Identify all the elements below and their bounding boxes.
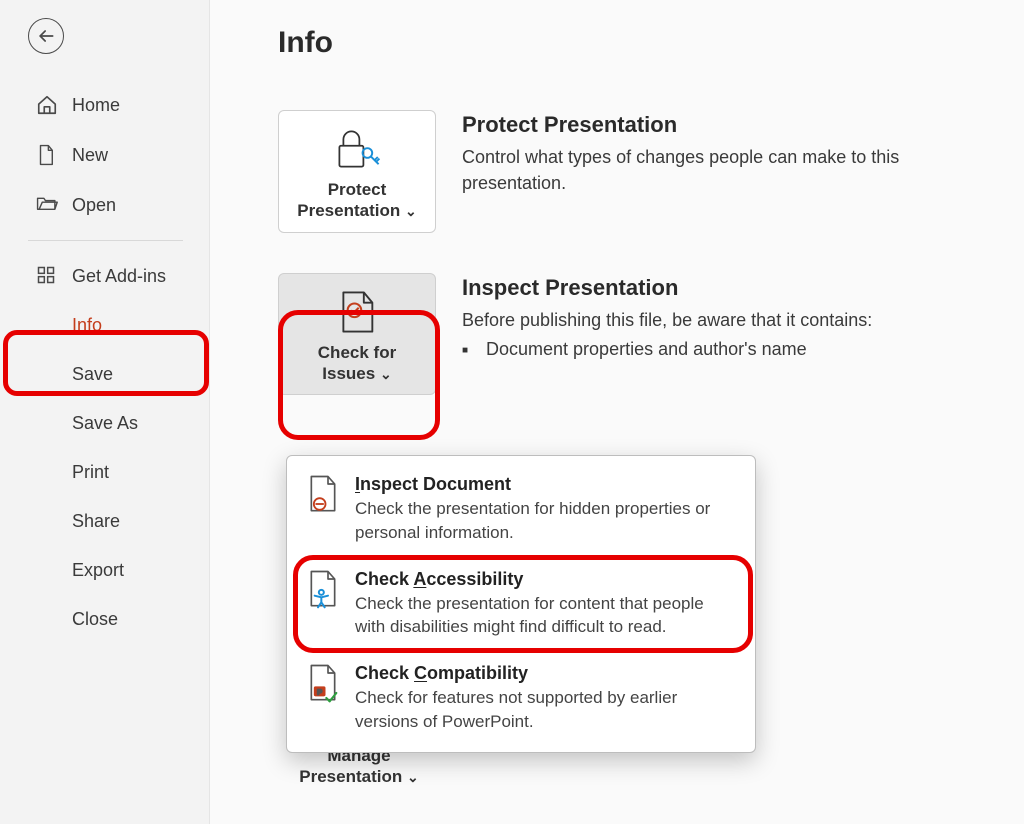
menu-inspect-document[interactable]: Inspect Document Check the presentation … [287, 462, 755, 557]
menu-item-title: Inspect Document [355, 474, 735, 495]
sidebar-item-print[interactable]: Print [0, 448, 209, 497]
sidebar-item-home[interactable]: Home [0, 80, 209, 130]
inspect-bullet: Document properties and author's name [486, 339, 1004, 360]
button-label-line2: Issues [322, 364, 375, 383]
protect-presentation-button[interactable]: Protect Presentation ⌄ [278, 110, 436, 233]
button-label-line2: Presentation [297, 201, 400, 220]
menu-check-accessibility[interactable]: Check Accessibility Check the presentati… [287, 557, 755, 652]
sidebar-item-save-as[interactable]: Save As [0, 399, 209, 448]
sidebar-item-label: Get Add-ins [72, 266, 166, 287]
sidebar-item-label: Info [72, 315, 102, 336]
addins-icon [36, 265, 58, 287]
sidebar-item-label: Close [72, 609, 118, 630]
menu-check-compatibility[interactable]: P Check Compatibility Check for features… [287, 651, 755, 746]
button-label-line1: Protect [328, 180, 387, 199]
sidebar-item-open[interactable]: Open [0, 180, 209, 230]
menu-item-desc: Check for features not supported by earl… [355, 686, 735, 734]
sidebar-item-label: Share [72, 511, 120, 532]
chevron-down-icon: ⌄ [407, 769, 419, 785]
menu-item-desc: Check the presentation for content that … [355, 592, 735, 640]
inspect-document-icon [305, 474, 341, 514]
sidebar-item-label: Save [72, 364, 113, 385]
sidebar-item-get-addins[interactable]: Get Add-ins [0, 251, 209, 301]
inspect-bullets: Document properties and author's name [462, 339, 1004, 360]
sidebar-item-share[interactable]: Share [0, 497, 209, 546]
check-for-issues-menu: Inspect Document Check the presentation … [286, 455, 756, 753]
sidebar-item-export[interactable]: Export [0, 546, 209, 595]
backstage-sidebar: Home New Open Get Add-ins Info Save [0, 0, 210, 824]
sidebar-divider [28, 240, 183, 241]
chevron-down-icon: ⌄ [380, 366, 392, 382]
sidebar-item-label: Print [72, 462, 109, 483]
lock-key-icon [333, 125, 381, 173]
inspect-desc: Before publishing this file, be aware th… [462, 307, 1004, 333]
sidebar-item-info[interactable]: Info [0, 301, 209, 350]
folder-open-icon [36, 194, 58, 216]
check-for-issues-button[interactable]: Check for Issues ⌄ [278, 273, 436, 396]
protect-section: Protect Presentation ⌄ Protect Presentat… [278, 110, 1004, 233]
accessibility-icon [305, 569, 341, 609]
svg-text:P: P [317, 688, 322, 697]
inspect-section: Check for Issues ⌄ Inspect Presentation … [278, 273, 1004, 396]
page-title: Info [278, 26, 1004, 60]
menu-item-desc: Check the presentation for hidden proper… [355, 497, 735, 545]
chevron-down-icon: ⌄ [405, 203, 417, 219]
inspect-title: Inspect Presentation [462, 275, 1004, 301]
protect-desc: Control what types of changes people can… [462, 144, 1004, 196]
sidebar-item-label: New [72, 145, 108, 166]
sidebar-item-label: Open [72, 195, 116, 216]
sidebar-item-save[interactable]: Save [0, 350, 209, 399]
document-check-icon [336, 288, 378, 336]
menu-item-title: Check Accessibility [355, 569, 735, 590]
sidebar-item-close[interactable]: Close [0, 595, 209, 644]
button-label-line1: Check for [318, 343, 396, 362]
sidebar-item-label: Home [72, 95, 120, 116]
sidebar-item-label: Export [72, 560, 124, 581]
compatibility-icon: P [305, 663, 341, 703]
back-button[interactable] [28, 18, 64, 54]
sidebar-item-new[interactable]: New [0, 130, 209, 180]
new-document-icon [36, 144, 58, 166]
menu-item-title: Check Compatibility [355, 663, 735, 684]
home-icon [36, 94, 58, 116]
sidebar-item-label: Save As [72, 413, 138, 434]
protect-title: Protect Presentation [462, 112, 1004, 138]
